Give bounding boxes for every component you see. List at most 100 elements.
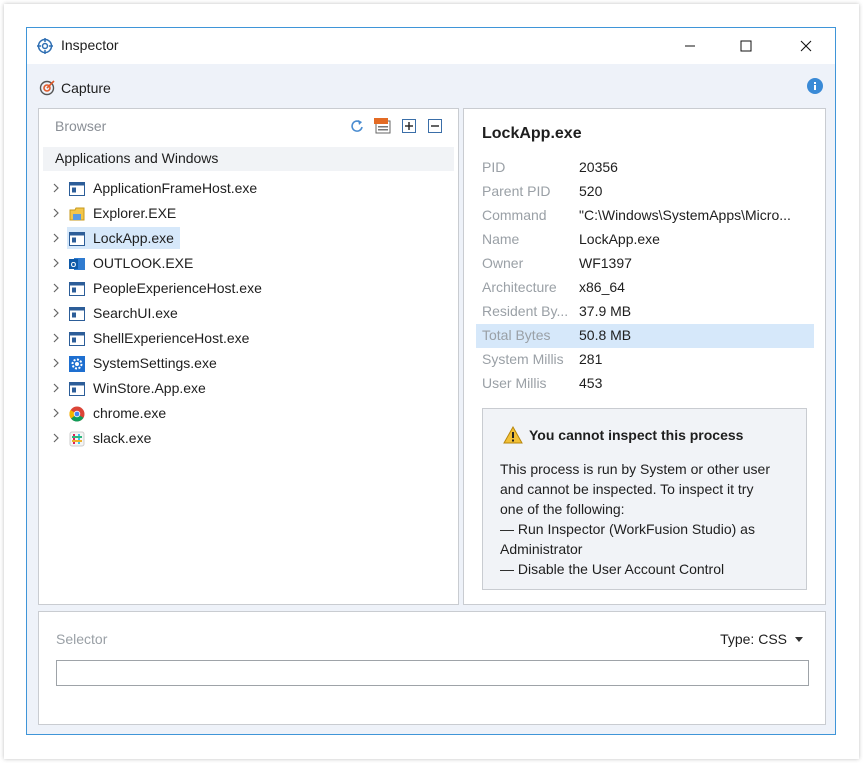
tree-item-label: SystemSettings.exe xyxy=(93,355,217,371)
slack-icon xyxy=(69,431,85,447)
property-key: Owner xyxy=(482,255,524,271)
property-key: Command xyxy=(482,207,547,223)
inspector-app-icon xyxy=(37,38,53,54)
browser-header: Browser xyxy=(39,109,458,143)
chevron-right-icon[interactable] xyxy=(51,431,61,445)
property-key: Resident By... xyxy=(482,303,569,319)
tree-item[interactable]: SearchUI.exe xyxy=(39,302,458,327)
browser-header-label: Browser xyxy=(55,118,107,134)
warning-line: — Run Inspector (WorkFusion Studio) as xyxy=(500,521,755,537)
tree-item[interactable]: ShellExperienceHost.exe xyxy=(39,327,458,352)
chevron-right-icon[interactable] xyxy=(51,181,61,195)
property-key: Name xyxy=(482,231,520,247)
minimize-button[interactable] xyxy=(667,28,713,64)
selector-type-dropdown[interactable]: Type: CSS xyxy=(720,631,803,647)
property-row[interactable]: PID 20356 xyxy=(476,156,814,180)
tree-item[interactable]: Explorer.EXE xyxy=(39,202,458,227)
collapse-all-icon[interactable] xyxy=(426,117,444,135)
tree-item[interactable]: LockApp.exe xyxy=(39,227,458,252)
property-value: WF1397 xyxy=(579,255,632,271)
chevron-right-icon[interactable] xyxy=(51,406,61,420)
property-row[interactable]: Name LockApp.exe xyxy=(476,228,814,252)
tree-item-label: OUTLOOK.EXE xyxy=(93,255,194,271)
folder-icon xyxy=(69,206,85,222)
tree-item[interactable]: WinStore.App.exe xyxy=(39,377,458,402)
window-title: Inspector xyxy=(61,37,119,53)
chevron-right-icon[interactable] xyxy=(51,381,61,395)
selector-label: Selector xyxy=(56,631,108,647)
tree-root-label: Applications and Windows xyxy=(55,150,219,166)
tree-item[interactable]: ApplicationFrameHost.exe xyxy=(39,177,458,202)
property-value: 281 xyxy=(579,351,603,367)
property-value: "C:\Windows\SystemApps\Micro... xyxy=(579,207,791,223)
warning-box: You cannot inspect this process This pro… xyxy=(482,408,807,590)
property-value: 50.8 MB xyxy=(579,327,632,343)
warning-text: This process is run by System or other u… xyxy=(500,459,800,579)
window-app-icon xyxy=(69,281,85,297)
property-row[interactable]: Architecture x86_64 xyxy=(476,276,814,300)
chrome-icon xyxy=(69,406,85,422)
minimize-icon xyxy=(685,45,695,47)
window-app-icon xyxy=(69,306,85,322)
tree-item[interactable]: O OUTLOOK.EXE xyxy=(39,252,458,277)
tree-item-label: ApplicationFrameHost.exe xyxy=(93,180,258,196)
selector-panel: Selector Type: CSS xyxy=(38,611,826,725)
tree-item[interactable]: chrome.exe xyxy=(39,402,458,427)
maximize-button[interactable] xyxy=(723,28,769,64)
property-key: System Millis xyxy=(482,351,564,367)
warning-icon xyxy=(503,426,523,444)
tree-root-node[interactable]: Applications and Windows xyxy=(43,147,454,171)
capture-label: Capture xyxy=(61,80,111,96)
chevron-right-icon[interactable] xyxy=(51,356,61,370)
outlook-icon: O xyxy=(69,256,85,272)
tree-item[interactable]: SystemSettings.exe xyxy=(39,352,458,377)
property-row[interactable]: Owner WF1397 xyxy=(476,252,814,276)
property-value: 37.9 MB xyxy=(579,303,632,319)
property-row[interactable]: User Millis 453 xyxy=(476,372,814,396)
tree-item-label: slack.exe xyxy=(93,430,152,446)
settings-gear-icon xyxy=(69,356,85,372)
property-value: 520 xyxy=(579,183,603,199)
tree-item[interactable]: PeopleExperienceHost.exe xyxy=(39,277,458,302)
close-button[interactable] xyxy=(783,28,829,64)
chevron-right-icon[interactable] xyxy=(51,206,61,220)
tree-item[interactable]: slack.exe xyxy=(39,427,458,452)
refresh-icon[interactable] xyxy=(348,117,366,135)
property-key: User Millis xyxy=(482,375,547,391)
property-key: Total Bytes xyxy=(482,327,551,343)
property-row[interactable]: Parent PID 520 xyxy=(476,180,814,204)
property-row[interactable]: Resident By... 37.9 MB xyxy=(476,300,814,324)
property-value: LockApp.exe xyxy=(579,231,660,247)
warning-line: one of the following: xyxy=(500,501,625,517)
property-row[interactable]: System Millis 281 xyxy=(476,348,814,372)
property-row[interactable]: Total Bytes 50.8 MB xyxy=(476,324,814,348)
selector-input[interactable] xyxy=(56,660,809,686)
window-app-icon xyxy=(69,231,85,247)
chevron-down-icon xyxy=(795,636,803,642)
maximize-icon xyxy=(740,40,752,52)
chevron-right-icon[interactable] xyxy=(51,306,61,320)
info-icon[interactable] xyxy=(807,78,823,94)
window-app-icon xyxy=(69,331,85,347)
chevron-right-icon[interactable] xyxy=(51,256,61,270)
expand-all-icon[interactable] xyxy=(400,117,418,135)
property-value: 453 xyxy=(579,375,603,391)
toolbar: Capture xyxy=(27,64,835,108)
tree-item-label: LockApp.exe xyxy=(93,230,174,246)
chevron-right-icon[interactable] xyxy=(51,231,61,245)
warning-line: Administrator xyxy=(500,541,583,557)
window-app-icon xyxy=(69,181,85,197)
property-key: Parent PID xyxy=(482,183,551,199)
tree-item-label: chrome.exe xyxy=(93,405,167,421)
export-xml-icon[interactable] xyxy=(374,117,392,135)
capture-button[interactable]: Capture xyxy=(39,78,111,98)
chevron-right-icon[interactable] xyxy=(51,331,61,345)
chevron-right-icon[interactable] xyxy=(51,281,61,295)
close-icon xyxy=(800,40,812,52)
property-value: x86_64 xyxy=(579,279,625,295)
title-bar: Inspector xyxy=(27,28,835,64)
inspector-window: Inspector Capture Browser Applications a… xyxy=(26,27,836,735)
property-row[interactable]: Command "C:\Windows\SystemApps\Micro... xyxy=(476,204,814,228)
warning-line: — Disable the User Account Control xyxy=(500,561,725,577)
property-key: Architecture xyxy=(482,279,557,295)
